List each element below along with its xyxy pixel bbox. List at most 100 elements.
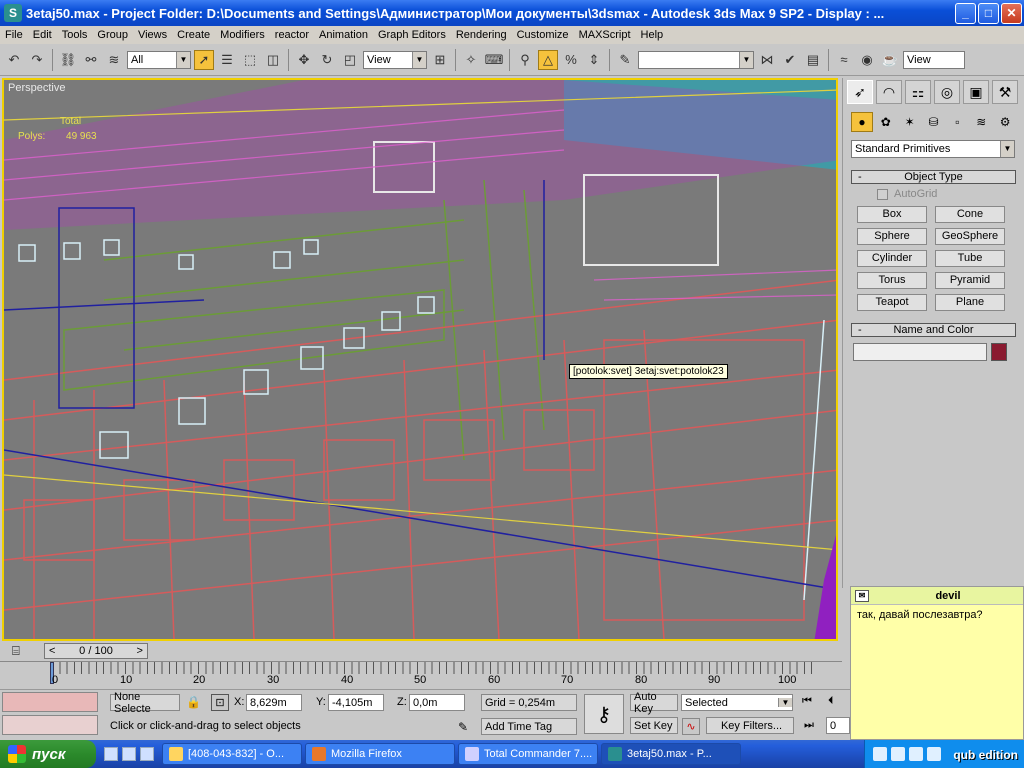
cameras-icon[interactable]: ⛁ (923, 112, 945, 132)
taskbar-item-3dsmax[interactable]: 3etaj50.max - P... (601, 743, 741, 765)
taskbar-item-firefox[interactable]: Mozilla Firefox (305, 743, 455, 765)
shapes-icon[interactable]: ✿ (875, 112, 897, 132)
time-slider[interactable]: ⌸ < 0 / 100 > (0, 641, 842, 661)
hierarchy-tab-icon[interactable]: ⚏ (905, 80, 931, 104)
tray-app-icon[interactable] (909, 747, 923, 761)
prev-frame-icon[interactable]: < (45, 645, 59, 657)
menu-customize[interactable]: Customize (512, 29, 574, 41)
teapot-button[interactable]: Teapot (857, 294, 927, 311)
unlink-icon[interactable]: ⚯ (81, 50, 101, 70)
selection-filter-dropdown[interactable]: All ▼ (127, 50, 191, 69)
geometry-icon[interactable]: ● (851, 112, 873, 132)
lock-selection-icon[interactable]: 🔒 (186, 695, 201, 709)
key-filters-button[interactable]: Key Filters... (706, 717, 794, 734)
pyramid-button[interactable]: Pyramid (935, 272, 1005, 289)
maxscript-listener-top[interactable] (2, 692, 98, 712)
angle-snap-icon[interactable]: △ (538, 49, 558, 70)
modify-tab-icon[interactable]: ◠ (876, 80, 902, 104)
pivot-center-icon[interactable]: ⊞ (430, 50, 450, 70)
maxscript-listener-bottom[interactable] (2, 715, 98, 735)
edit-named-selection-icon[interactable]: ✎ (615, 50, 635, 70)
key-mode-dropdown[interactable]: Selected ▼ (681, 694, 793, 711)
object-name-field[interactable] (853, 343, 987, 361)
menu-graph-editors[interactable]: Graph Editors (373, 29, 451, 41)
mini-curve-editor-icon[interactable]: ⌸ (12, 643, 20, 659)
select-and-move-icon[interactable]: ✥ (294, 50, 314, 70)
display-tab-icon[interactable]: ▣ (963, 80, 989, 104)
category-dropdown[interactable]: Standard Primitives ▼ (851, 140, 1015, 158)
box-button[interactable]: Box (857, 206, 927, 223)
reference-coordinate-dropdown[interactable]: View ▼ (363, 50, 427, 69)
track-bar[interactable]: 0 10 20 30 40 50 60 70 80 90 100 (0, 661, 842, 689)
object-type-rollout[interactable]: - Object Type (851, 170, 1016, 184)
auto-key-button[interactable]: Auto Key (630, 691, 678, 715)
motion-tab-icon[interactable]: ◎ (934, 80, 960, 104)
autogrid-checkbox[interactable]: AutoGrid (843, 184, 1024, 200)
select-and-manipulate-icon[interactable]: ✧ (461, 50, 481, 70)
menu-edit[interactable]: Edit (28, 29, 57, 41)
utilities-tab-icon[interactable]: ⚒ (992, 80, 1018, 104)
menu-file[interactable]: File (0, 29, 28, 41)
sphere-button[interactable]: Sphere (857, 228, 927, 245)
select-and-rotate-icon[interactable]: ↻ (317, 50, 337, 70)
menu-group[interactable]: Group (92, 29, 133, 41)
curve-editor-icon[interactable]: ≈ (834, 50, 854, 70)
perspective-viewport[interactable]: Perspective Total Polys: 49 963 [potolok… (2, 78, 838, 641)
torus-button[interactable]: Torus (857, 272, 927, 289)
taskbar-item-total-commander[interactable]: Total Commander 7.... (458, 743, 598, 765)
select-object-icon[interactable]: ➚ (194, 49, 214, 70)
menu-tools[interactable]: Tools (57, 29, 93, 41)
previous-frame-icon[interactable]: ⏴ (828, 695, 834, 708)
cone-button[interactable]: Cone (935, 206, 1005, 223)
tangent-icon[interactable]: ∿ (682, 718, 700, 735)
time-slider-thumb[interactable]: < 0 / 100 > (44, 643, 148, 659)
plane-button[interactable]: Plane (935, 294, 1005, 311)
set-key-icon[interactable]: ⚷ (584, 694, 624, 734)
select-by-name-icon[interactable]: ☰ (217, 50, 237, 70)
rectangular-selection-icon[interactable]: ⬚ (240, 50, 260, 70)
next-frame-icon[interactable]: > (133, 645, 147, 657)
percent-snap-icon[interactable]: % (561, 50, 581, 70)
taskbar-item-icq[interactable]: [408-043-832] - O... (162, 743, 302, 765)
spinner-snap-icon[interactable]: ⇕ (584, 50, 604, 70)
quick-launch-more-icon[interactable] (140, 747, 154, 761)
chat-notification[interactable]: ✉ devil так, давай послезавтра? (850, 586, 1024, 740)
z-coordinate-field[interactable]: 0,0m (409, 694, 465, 711)
quick-launch-app-icon[interactable] (122, 747, 136, 761)
menu-animation[interactable]: Animation (314, 29, 373, 41)
menu-create[interactable]: Create (172, 29, 215, 41)
menu-help[interactable]: Help (636, 29, 669, 41)
align-icon[interactable]: ✔ (780, 50, 800, 70)
3dsmax-app-icon[interactable]: S (4, 4, 22, 22)
tray-volume-icon[interactable] (891, 747, 905, 761)
layer-manager-icon[interactable]: ▤ (803, 50, 823, 70)
menu-modifiers[interactable]: Modifiers (215, 29, 270, 41)
x-coordinate-field[interactable]: 8,629m (246, 694, 302, 711)
redo-icon[interactable]: ↷ (27, 50, 47, 70)
menu-views[interactable]: Views (133, 29, 172, 41)
tube-button[interactable]: Tube (935, 250, 1005, 267)
quick-launch-save-icon[interactable] (104, 747, 118, 761)
key-mode-toggle-icon[interactable]: ⏭ (804, 719, 814, 732)
systems-icon[interactable]: ⚙ (994, 112, 1016, 132)
window-crossing-icon[interactable]: ◫ (263, 50, 283, 70)
render-type-dropdown[interactable]: View (903, 50, 965, 69)
current-frame-field[interactable]: 0 (826, 717, 850, 734)
undo-icon[interactable]: ↶ (4, 50, 24, 70)
tray-language-icon[interactable] (927, 747, 941, 761)
create-tab-icon[interactable]: ➶ (847, 80, 873, 104)
tray-network-icon[interactable] (873, 747, 887, 761)
start-button[interactable]: пуск (0, 740, 96, 768)
render-scene-icon[interactable]: ☕ (880, 50, 900, 70)
y-coordinate-field[interactable]: -4,105m (328, 694, 384, 711)
lights-icon[interactable]: ✶ (899, 112, 921, 132)
select-and-link-icon[interactable]: ⛓ (58, 50, 78, 70)
helpers-icon[interactable]: ▫ (946, 112, 968, 132)
geosphere-button[interactable]: GeoSphere (935, 228, 1005, 245)
object-color-swatch[interactable] (991, 343, 1007, 361)
set-key-button[interactable]: Set Key (630, 717, 678, 734)
keyboard-shortcut-override-icon[interactable]: ⌨ (484, 50, 504, 70)
menu-reactor[interactable]: reactor (270, 29, 314, 41)
menu-rendering[interactable]: Rendering (451, 29, 512, 41)
snaps-toggle-icon[interactable]: ⚲ (515, 50, 535, 70)
